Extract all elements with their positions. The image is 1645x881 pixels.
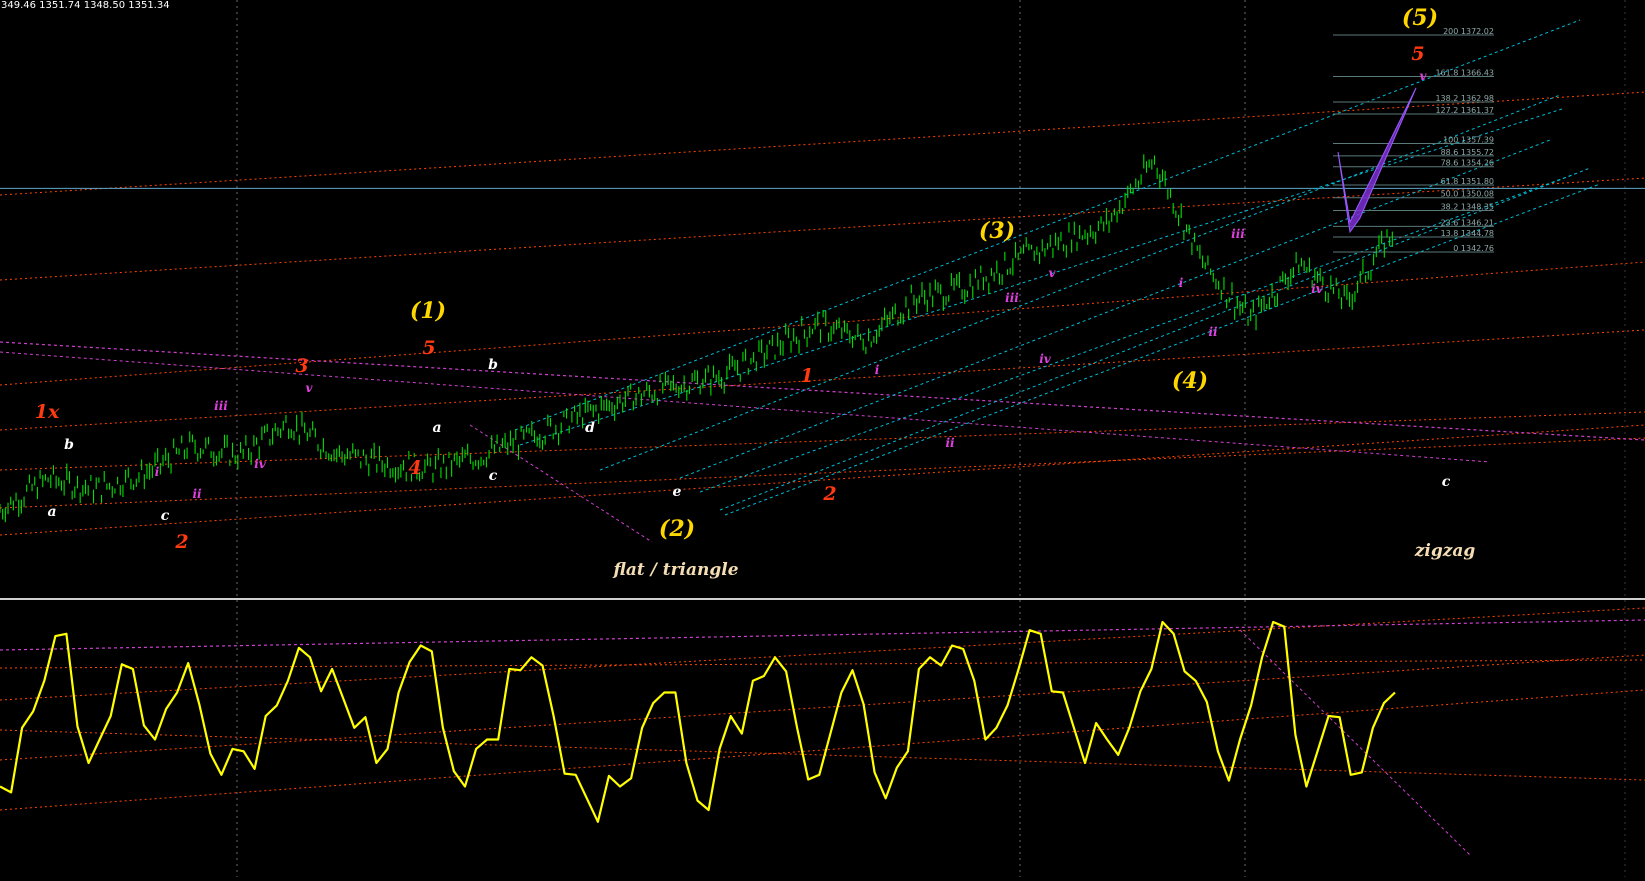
channel-line xyxy=(599,94,1561,471)
wave-label: 1x xyxy=(35,401,60,423)
fib-level-label: 23.6 1346.21 xyxy=(1441,218,1494,227)
wave-label: iii xyxy=(1231,227,1245,241)
osc-trend-line xyxy=(0,689,1645,811)
fib-level-label: 78.6 1354.26 xyxy=(1441,159,1494,168)
fib-level-label: 127.2 1361.37 xyxy=(1435,106,1494,115)
osc-trend-line xyxy=(0,654,1645,761)
fib-level-label: 161.8 1366.43 xyxy=(1435,68,1494,77)
wave-label: i xyxy=(1179,276,1184,290)
fib-level-label: 38.2 1348.35 xyxy=(1441,203,1494,212)
wave-label: b xyxy=(488,357,498,373)
channel-line xyxy=(519,107,1566,446)
wave-label: i xyxy=(155,465,160,479)
wave-label: c xyxy=(1442,474,1451,490)
wave-label: ii xyxy=(1208,325,1218,339)
wave-label: 2 xyxy=(822,483,836,505)
trend-line-dotted xyxy=(0,424,1645,536)
fib-level-label: 61.8 1351.80 xyxy=(1441,177,1494,186)
wave-label: ii xyxy=(192,487,202,501)
magenta-trend-line xyxy=(0,341,1645,441)
wave-label: i xyxy=(875,363,880,377)
fib-level-label: 88.6 1355.72 xyxy=(1441,148,1494,157)
wave-label: (5) xyxy=(1402,5,1438,31)
wave-label: 5 xyxy=(1411,43,1424,65)
wave-label: v xyxy=(1420,69,1428,83)
wave-label: a xyxy=(47,504,56,520)
wave-label: e xyxy=(673,484,682,500)
trading-chart: 200 1372.02 161.8 1366.43 138.2 1362.98 127… xyxy=(0,0,1645,877)
osc-trend-line xyxy=(0,607,1645,701)
wave-label: 5 xyxy=(422,337,435,359)
wave-label: v xyxy=(306,381,314,395)
wave-label: c xyxy=(489,468,498,484)
wave-label: a xyxy=(432,420,441,436)
trend-line-dotted xyxy=(0,177,1645,281)
wave-label: 1 xyxy=(800,365,813,387)
fib-level-label: 0 1342.76 xyxy=(1453,244,1494,253)
wave-label: iv xyxy=(254,457,267,471)
fib-level-label: 138.2 1362.98 xyxy=(1435,94,1494,103)
wave-label: iii xyxy=(214,399,228,413)
osc-trend-line xyxy=(0,659,1645,669)
wave-label: (1) xyxy=(410,298,446,324)
ohlc-readout: 349.46 1351.74 1348.50 1351.34 xyxy=(1,0,170,11)
osc-magenta-line xyxy=(1239,629,1471,856)
wave-label: iv xyxy=(1039,352,1052,366)
trend-line-dotted xyxy=(0,329,1645,431)
fib-level-label: 50.0 1350.08 xyxy=(1441,190,1494,199)
wave-label: c xyxy=(161,508,170,524)
wave-label: b xyxy=(64,437,74,453)
wave-label: 4 xyxy=(408,457,421,479)
wave-label: iii xyxy=(1005,291,1019,305)
wave-label: (3) xyxy=(979,218,1015,244)
wave-label: ii xyxy=(945,436,955,450)
wave-label: 2 xyxy=(174,531,188,553)
trend-line-dotted xyxy=(0,261,1645,386)
wave-label: d xyxy=(585,420,595,436)
chart-canvas: 200 1372.02161.8 1366.43138.2 1362.98127… xyxy=(0,0,1645,877)
osc-magenta-line xyxy=(0,619,1645,651)
annotation-note: flat / triangle xyxy=(612,560,738,580)
wave-label: v xyxy=(1049,266,1057,280)
wave-label: 3 xyxy=(295,355,308,377)
fib-level-label: 13.8 1344.78 xyxy=(1441,229,1494,238)
oscillator-line xyxy=(0,620,1396,823)
wave-label: (4) xyxy=(1172,368,1208,394)
fib-level-label: 100 1357.39 xyxy=(1443,136,1494,145)
wave-label: (2) xyxy=(659,516,695,542)
annotation-note: zigzag xyxy=(1414,541,1476,561)
channel-line xyxy=(679,139,1551,479)
wave-label: iv xyxy=(1311,282,1324,296)
fib-level-label: 200 1372.02 xyxy=(1443,27,1494,36)
price-candles xyxy=(0,154,1393,523)
